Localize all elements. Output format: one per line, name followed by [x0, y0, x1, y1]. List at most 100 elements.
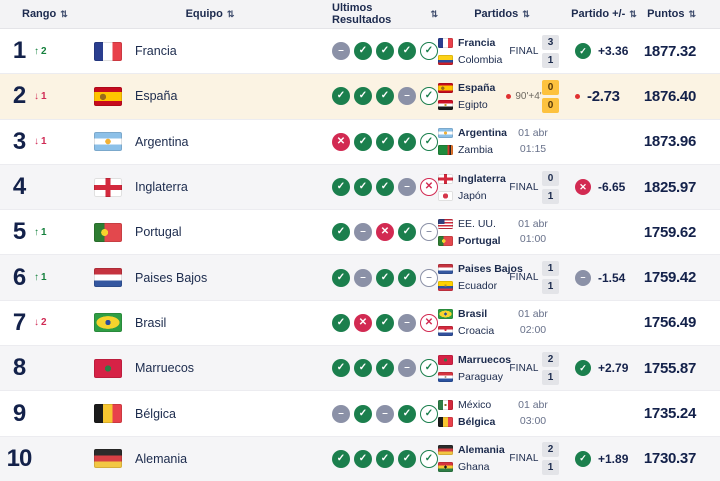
match-cell[interactable]: Brasil Croacia 01 abr 02:00 — [438, 301, 566, 345]
team-name: España — [135, 89, 177, 103]
home-score: 1 — [542, 261, 559, 276]
last-results: ✓–✓✓– — [332, 269, 438, 287]
fifa-ranking-table: Rango ⇅ Equipo ⇅ Ultimos Resultados ⇅ Pa… — [0, 0, 720, 481]
column-header-partidos[interactable]: Partidos ⇅ — [438, 8, 566, 20]
match-cell[interactable]: Argentina Zambia 01 abr 01:15 — [438, 120, 566, 164]
ranking-row[interactable]: 3 ↓ 1 Argentina ✕✓✓✓✓ Argentina Zambia — [0, 120, 720, 165]
column-header-puntos[interactable]: Puntos ⇅ — [642, 8, 720, 20]
away-score: 1 — [542, 279, 559, 294]
result-loss-icon: ✕ — [354, 314, 372, 332]
ranking-row[interactable]: 1 ↑ 2 Francia –✓✓✓✓ Francia Colombia — [0, 29, 720, 74]
match-delta-cell: ✓ +3.36 — [566, 43, 642, 59]
match-cell[interactable]: Marruecos Paraguay FINAL 2 1 — [438, 346, 566, 390]
team-flag-icon — [94, 313, 122, 332]
rank-number: 9 — [6, 400, 32, 428]
rank-number: 3 — [6, 128, 32, 156]
match-schedule: 01 abr 01:00 — [506, 217, 560, 249]
match-status: FINAL — [506, 182, 542, 193]
points-value: 1759.42 — [642, 269, 720, 286]
rank-number: 2 — [6, 82, 32, 110]
home-flag-icon — [438, 355, 453, 365]
away-score: 1 — [542, 53, 559, 68]
ranking-row[interactable]: 2 ↓ 1 España ✓✓✓–✓ España Egipto — [0, 74, 720, 119]
table-body: 1 ↑ 2 Francia –✓✓✓✓ Francia Colombia — [0, 29, 720, 481]
match-cell[interactable]: México Bélgica 01 abr 03:00 — [438, 391, 566, 435]
match-teams: Paises Bajos Ecuador — [438, 263, 506, 292]
team-flag-icon — [94, 132, 122, 151]
match-away-team: Bélgica — [438, 416, 506, 428]
team-cell: Portugal — [88, 223, 332, 242]
rank-change-value: 1 — [41, 272, 47, 283]
points-value: 1755.87 — [642, 360, 720, 377]
result-win-icon: ✓ — [332, 223, 350, 241]
match-cell[interactable]: Francia Colombia FINAL 3 1 — [438, 29, 566, 73]
delta-value: -1.54 — [598, 271, 625, 285]
team-flag-icon — [94, 404, 122, 423]
column-header-ultimos-resultados[interactable]: Ultimos Resultados ⇅ — [332, 2, 438, 26]
rank-cell: 8 — [0, 354, 88, 382]
ranking-row[interactable]: 5 ↑ 1 Portugal ✓–✕✓– EE. UU. Portugal — [0, 210, 720, 255]
last-results: ✕✓✓✓✓ — [332, 133, 438, 151]
team-name: Francia — [135, 44, 177, 58]
match-away-team: Zambia — [438, 144, 506, 156]
match-away-team: Paraguay — [438, 371, 506, 383]
home-team-name: EE. UU. — [458, 218, 496, 230]
match-teams: Argentina Zambia — [438, 127, 506, 156]
team-flag-icon — [94, 223, 122, 242]
result-draw-icon: – — [332, 405, 350, 423]
team-cell: Bélgica — [88, 404, 332, 423]
match-delta-cell: – -1.54 — [566, 270, 642, 286]
team-flag-icon — [94, 449, 122, 468]
result-win-icon: ✓ — [376, 359, 394, 377]
match-date: 01 abr — [506, 126, 560, 142]
ranking-row[interactable]: 8 Marruecos ✓✓✓–✓ Marruecos Paraguay FIN… — [0, 346, 720, 391]
ranking-row[interactable]: 6 ↑ 1 Paises Bajos ✓–✓✓– Paises Bajos Ec… — [0, 255, 720, 300]
away-team-name: Bélgica — [458, 416, 495, 428]
rank-change-arrow-icon: ↓ — [34, 91, 39, 102]
match-cell[interactable]: Inglaterra Japón FINAL 0 1 — [438, 165, 566, 209]
home-flag-icon — [438, 38, 453, 48]
result-draw-icon: – — [398, 87, 416, 105]
result-win-icon: ✓ — [332, 269, 350, 287]
match-delta-cell: -2.73 — [566, 88, 642, 105]
result-win-icon: ✓ — [332, 178, 350, 196]
last-results: ✓✓✓–✓ — [332, 359, 438, 377]
match-cell[interactable]: España Egipto 90'+4' 0 0 — [438, 74, 566, 118]
rank-change: ↓ 2 — [34, 317, 47, 328]
match-cell[interactable]: Alemania Ghana FINAL 2 1 — [438, 437, 566, 481]
match-cell[interactable]: EE. UU. Portugal 01 abr 01:00 — [438, 210, 566, 254]
result-win-icon: ✓ — [376, 450, 394, 468]
match-status: FINAL — [506, 272, 542, 283]
home-flag-icon — [438, 309, 453, 319]
result-win-icon: ✓ — [376, 87, 394, 105]
result-win-icon: ✓ — [398, 450, 416, 468]
result-draw-icon: – — [354, 269, 372, 287]
match-away-team: Egipto — [438, 99, 506, 111]
ranking-row[interactable]: 9 Bélgica –✓–✓✓ México Bélgica 01 abr — [0, 391, 720, 436]
match-home-team: Paises Bajos — [438, 263, 506, 275]
result-win-icon: ✓ — [376, 133, 394, 151]
match-delta-cell: ✓ +1.89 — [566, 451, 642, 467]
match-teams: España Egipto — [438, 82, 506, 111]
match-away-team: Japón — [438, 190, 506, 202]
match-away-team: Portugal — [438, 235, 506, 247]
table-header: Rango ⇅ Equipo ⇅ Ultimos Resultados ⇅ Pa… — [0, 0, 720, 29]
ranking-row[interactable]: 7 ↓ 2 Brasil ✓✕✓–✕ Brasil Croacia — [0, 301, 720, 346]
team-cell: Paises Bajos — [88, 268, 332, 287]
ranking-row[interactable]: 4 Inglaterra ✓✓✓–✕ Inglaterra Japón FINA… — [0, 165, 720, 210]
column-header-equipo[interactable]: Equipo ⇅ — [88, 8, 332, 20]
match-home-team: Brasil — [438, 308, 506, 320]
match-cell[interactable]: Paises Bajos Ecuador FINAL 1 1 — [438, 255, 566, 299]
last-results: –✓✓✓✓ — [332, 42, 438, 60]
team-name: Marruecos — [135, 361, 194, 375]
result-loss-icon: ✕ — [332, 133, 350, 151]
away-flag-icon — [438, 326, 453, 336]
column-header-partido-delta[interactable]: Partido +/- ⇅ — [566, 8, 642, 20]
result-win-icon: ✓ — [354, 42, 372, 60]
column-header-rango[interactable]: Rango ⇅ — [0, 8, 88, 20]
ranking-row[interactable]: 10 Alemania ✓✓✓✓✓ Alemania Ghana FINAL — [0, 437, 720, 481]
delta-result-icon: ✓ — [575, 451, 591, 467]
rank-number: 5 — [6, 218, 32, 246]
result-win-icon: ✓ — [332, 314, 350, 332]
result-loss-icon: ✕ — [376, 223, 394, 241]
